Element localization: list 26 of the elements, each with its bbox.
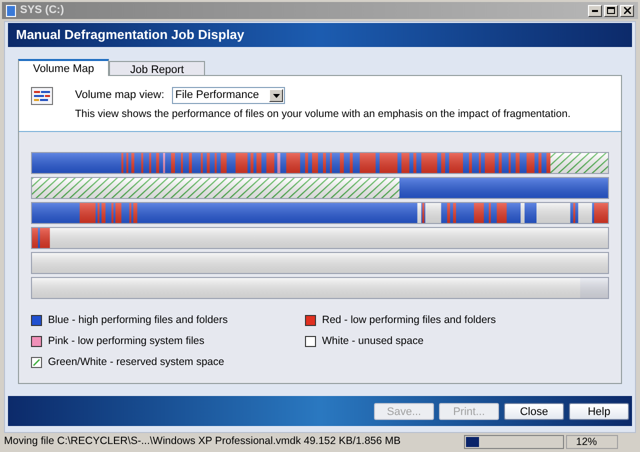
- legend-label: Blue - high performing files and folders: [48, 313, 228, 328]
- view-description: This view shows the performance of files on your volume with an emphasis on the impact of fragmentation.: [75, 107, 570, 122]
- dialog-button[interactable]: Close: [504, 402, 564, 420]
- tab[interactable]: Job Report: [109, 61, 205, 76]
- legend-label: White - unused space: [322, 334, 424, 349]
- close-icon: [624, 7, 630, 14]
- legend-label: Red - low performing files and folders: [322, 313, 496, 328]
- maximize-button[interactable]: [604, 4, 618, 16]
- legend-label: Green/White - reserved system space: [48, 354, 224, 370]
- minimize-button[interactable]: [588, 4, 602, 16]
- status-message: Moving file C:\RECYCLER\S-...\Windows XP Professional.vmdk 49.152 KB/1.856 MB: [3, 434, 402, 450]
- view-label: Volume map view:: [75, 88, 164, 104]
- header-title: Manual Defragmentation Job Display: [16, 26, 244, 44]
- view-dropdown[interactable]: File Performance: [172, 87, 286, 104]
- status-percent: 12%: [566, 435, 618, 449]
- legend-label: Pink - low performing system files: [48, 334, 204, 349]
- close-button[interactable]: [620, 4, 634, 16]
- maximize-icon: [607, 7, 615, 14]
- window-title: SYS (C:): [20, 3, 64, 18]
- dialog-button[interactable]: Help: [569, 402, 629, 420]
- tab[interactable]: Volume Map: [18, 59, 110, 76]
- dropdown-arrow-icon: [272, 94, 280, 98]
- legend-swatch: [31, 356, 42, 368]
- minimize-icon: [592, 10, 598, 12]
- volume-map-icon: [31, 87, 53, 105]
- drive-icon: [6, 4, 16, 16]
